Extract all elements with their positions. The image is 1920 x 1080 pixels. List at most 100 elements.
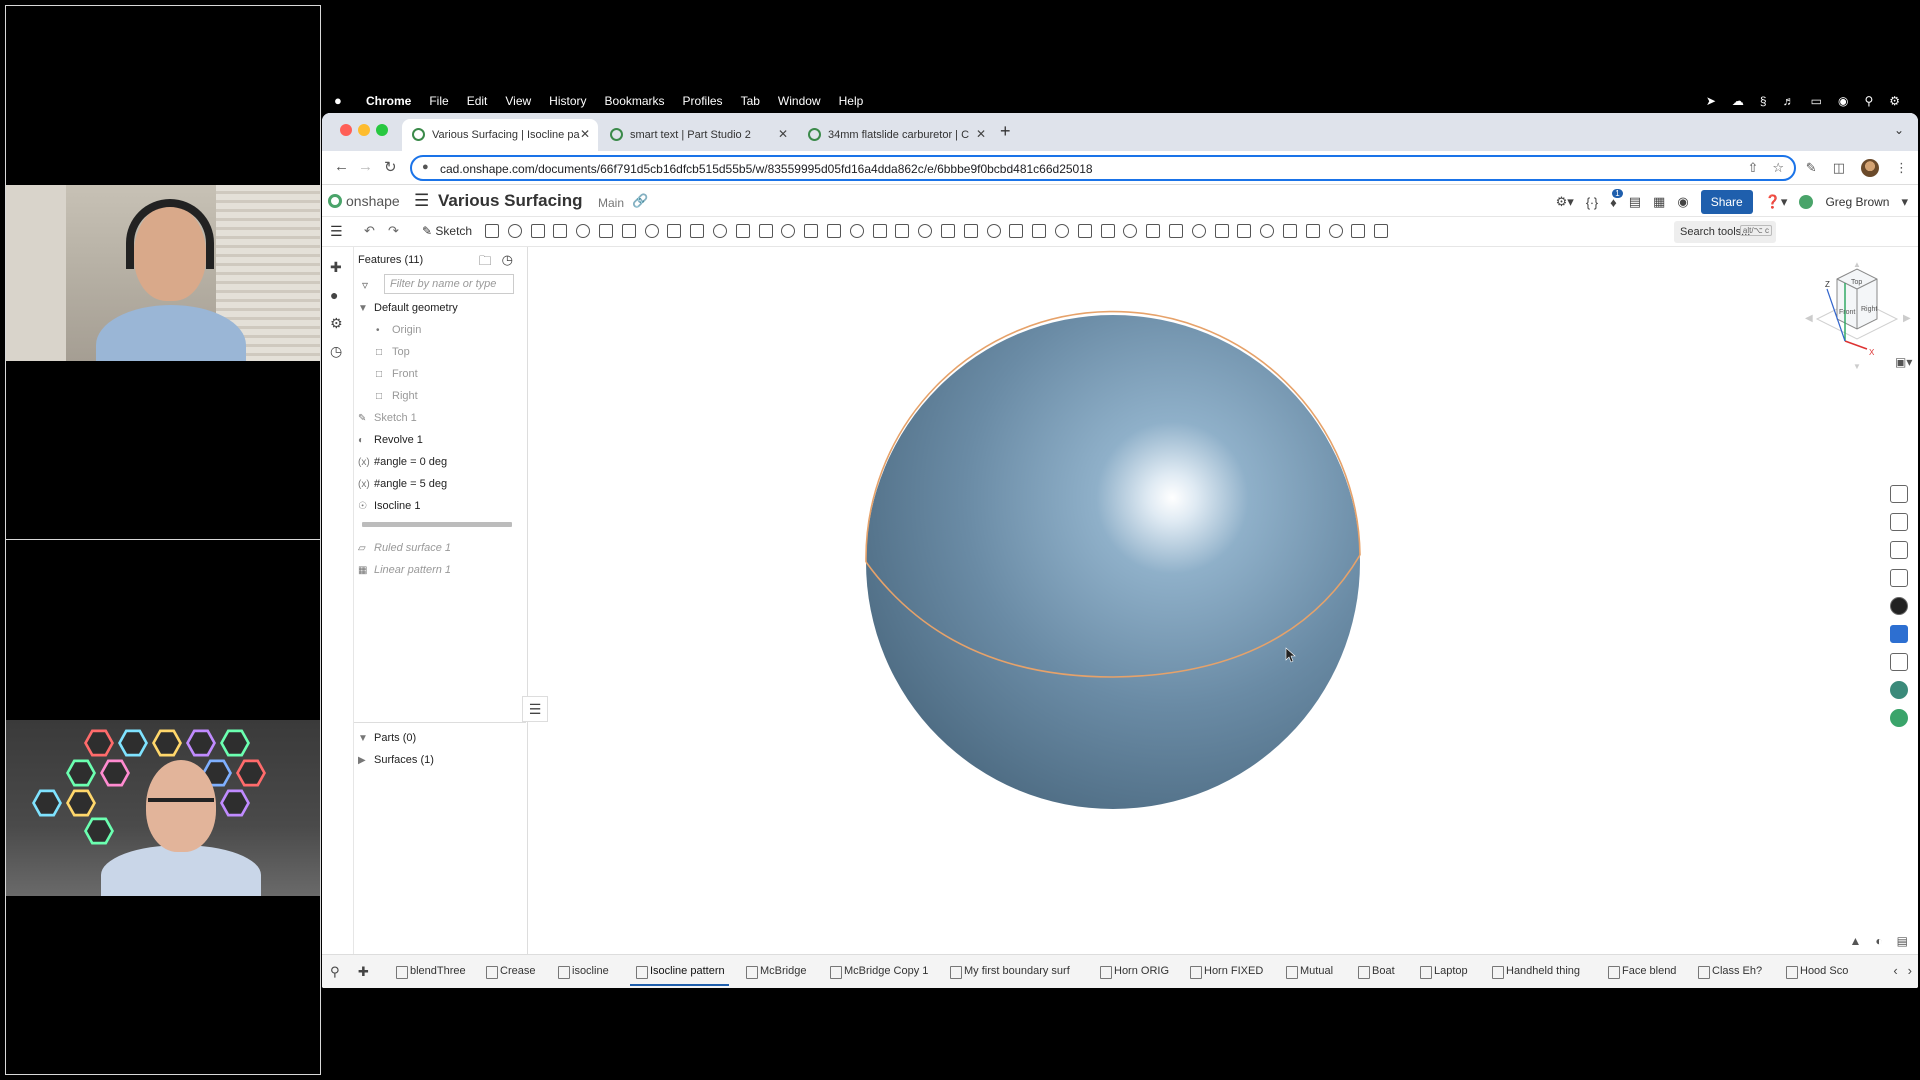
part-studio-tab[interactable]: Handheld thing <box>1490 965 1580 979</box>
menu-bookmarks[interactable]: Bookmarks <box>605 94 665 108</box>
part-studio-tab[interactable]: McBridge <box>744 965 806 979</box>
graphics-viewport[interactable]: Top Front Right Z X ◀ ▶ ▲ ▼ ▣▾ ▲ ◐ ▤ <box>529 247 1918 954</box>
mass-properties-icon[interactable] <box>1890 541 1908 559</box>
menu-window[interactable]: Window <box>778 94 821 108</box>
transform-tool-icon[interactable] <box>804 224 818 238</box>
tree-item-variable-angle-0[interactable]: (x) #angle = 0 deg <box>358 456 447 468</box>
mirror-tool-icon[interactable] <box>850 224 864 238</box>
part-studio-tab[interactable]: Horn FIXED <box>1188 965 1263 979</box>
render-mode-icon[interactable]: ▲ <box>1850 934 1862 948</box>
url-input[interactable]: ● cad.onshape.com/documents/66f791d5cb16… <box>410 155 1796 181</box>
control-center-icon[interactable]: ⚙ <box>1889 94 1900 108</box>
wifi-icon[interactable]: ◉ <box>1838 94 1848 108</box>
wrap-tool-icon[interactable] <box>1283 224 1297 238</box>
extensions-icon[interactable]: ✎ <box>1806 160 1817 176</box>
browser-tab-active[interactable]: Various Surfacing | Isocline pa ✕ <box>402 119 598 151</box>
tree-item-plane-front[interactable]: □ Front <box>376 368 418 380</box>
part-studio-tab[interactable]: Class Eh? <box>1696 965 1762 979</box>
browser-tab[interactable]: 34mm flatslide carburetor | C ✕ <box>798 119 994 151</box>
rollback-clock-icon[interactable]: ◷ <box>502 252 513 274</box>
tree-item-default-geometry[interactable]: ▼ Default geometry <box>358 302 458 314</box>
draft-tool-icon[interactable] <box>667 224 681 238</box>
revolve-tool-icon[interactable] <box>531 224 545 238</box>
fill-tool-icon[interactable] <box>918 224 932 238</box>
mate-connector-icon[interactable]: ✚ <box>330 259 342 276</box>
variable-tool-icon[interactable] <box>1101 224 1115 238</box>
minimize-window-button[interactable] <box>358 124 370 136</box>
offset-surface-tool-icon[interactable] <box>873 224 887 238</box>
feature-filter-input[interactable]: Filter by name or type <box>384 274 514 294</box>
link-icon[interactable]: 🔗 <box>632 193 648 209</box>
mate-connector-tool-icon[interactable] <box>1078 224 1092 238</box>
side-panel-icon[interactable]: ◫ <box>1833 160 1845 176</box>
comments-icon[interactable]: ● <box>330 287 338 303</box>
globe-app-icon[interactable] <box>1890 681 1908 699</box>
apple-icon[interactable]: ● <box>334 93 342 108</box>
delete-face-tool-icon[interactable] <box>987 224 1001 238</box>
custom-feature-tool-icon[interactable] <box>1351 224 1365 238</box>
onshape-logo[interactable]: onshape <box>328 193 400 209</box>
feature-list-toggle-icon[interactable]: ☰ <box>522 696 548 722</box>
boundary-surface-tool-icon[interactable] <box>895 224 909 238</box>
move-face-tool-icon[interactable] <box>941 224 955 238</box>
search-tools-input[interactable]: Search tools... alt/⌥ c <box>1674 221 1776 243</box>
reload-icon[interactable]: ↻ <box>384 158 397 176</box>
search-icon[interactable]: ⚲ <box>1864 94 1873 108</box>
learning-icon[interactable]: ◉ <box>1677 194 1688 210</box>
hamburger-menu-icon[interactable]: ☰ <box>414 191 429 211</box>
extrude-tool-icon[interactable] <box>508 224 522 238</box>
view-cube[interactable]: Top Front Right Z X ◀ ▶ ▲ ▼ ▣▾ <box>1797 259 1917 374</box>
loft-tool-icon[interactable] <box>576 224 590 238</box>
back-icon[interactable]: ← <box>334 158 349 175</box>
user-avatar-icon[interactable] <box>1799 195 1814 209</box>
part-studio-tab[interactable]: Laptop <box>1418 965 1468 979</box>
tree-item-isocline[interactable]: ☉ Isocline 1 <box>358 500 420 512</box>
tree-item-sketch[interactable]: ✎ Sketch 1 <box>358 412 417 424</box>
split-tool-icon[interactable] <box>781 224 795 238</box>
appearance-icon[interactable] <box>1890 485 1908 503</box>
audio-icon[interactable]: ♬ <box>1783 94 1795 108</box>
section-view-icon[interactable]: ◐ <box>1875 934 1882 948</box>
replace-face-tool-icon[interactable] <box>964 224 978 238</box>
sweep-tool-icon[interactable] <box>553 224 567 238</box>
close-tab-icon[interactable]: ✕ <box>778 127 788 141</box>
render-tool-icon[interactable] <box>1374 224 1388 238</box>
featurescript-icon[interactable]: {∙} <box>1586 195 1598 210</box>
bookmark-star-icon[interactable]: ☆ <box>1772 160 1784 176</box>
extract-tool-icon[interactable] <box>1237 224 1251 238</box>
new-tab-button[interactable]: + <box>1000 121 1011 142</box>
zoom-window-button[interactable] <box>376 124 388 136</box>
tree-item-parts[interactable]: ▼ Parts (0) <box>358 732 416 744</box>
tree-item-plane-right[interactable]: □ Right <box>376 390 418 402</box>
scroll-tabs-left-icon[interactable]: ‹ <box>1893 963 1897 978</box>
tree-item-variable-angle-5[interactable]: (x) #angle = 5 deg <box>358 478 447 490</box>
add-tab-icon[interactable]: ✚ <box>358 964 369 980</box>
helix-tool-icon[interactable] <box>1055 224 1069 238</box>
app-s-icon[interactable]: § <box>1760 94 1767 108</box>
part-studio-tab[interactable]: McBridge Copy 1 <box>828 965 928 979</box>
app-store-icon[interactable]: ▦ <box>1653 194 1665 210</box>
configure-tool-icon[interactable] <box>1123 224 1137 238</box>
tree-item-plane-top[interactable]: □ Top <box>376 346 410 358</box>
part-studio-tab[interactable]: Isocline pattern <box>630 965 729 986</box>
user-menu-chevron-icon[interactable]: ▾ <box>1901 194 1908 210</box>
undo-icon[interactable]: ↶ <box>364 223 375 239</box>
browser-menu-icon[interactable]: ⋮ <box>1895 160 1908 176</box>
filter-icon[interactable]: ▿ <box>362 278 368 292</box>
menu-file[interactable]: File <box>429 94 448 108</box>
section-tool-icon[interactable] <box>1146 224 1160 238</box>
green-app-icon[interactable] <box>1890 709 1908 727</box>
chamfer-tool-icon[interactable] <box>645 224 659 238</box>
part-studio-tab[interactable]: Boat <box>1356 965 1395 979</box>
model-canvas[interactable] <box>529 247 1918 954</box>
part-studio-tab[interactable]: isocline <box>556 965 609 979</box>
menu-history[interactable]: History <box>549 94 586 108</box>
tree-item-surfaces[interactable]: ▶ Surfaces (1) <box>358 754 434 766</box>
boolean-tool-icon[interactable] <box>759 224 773 238</box>
app-tool-icon[interactable] <box>1890 597 1908 615</box>
rollback-bar[interactable] <box>362 522 512 527</box>
user-name[interactable]: Greg Brown <box>1825 195 1889 209</box>
fillet-tool-icon[interactable] <box>622 224 636 238</box>
hole-tool-icon[interactable] <box>736 224 750 238</box>
feature-list-icon[interactable]: ☰ <box>330 223 343 240</box>
